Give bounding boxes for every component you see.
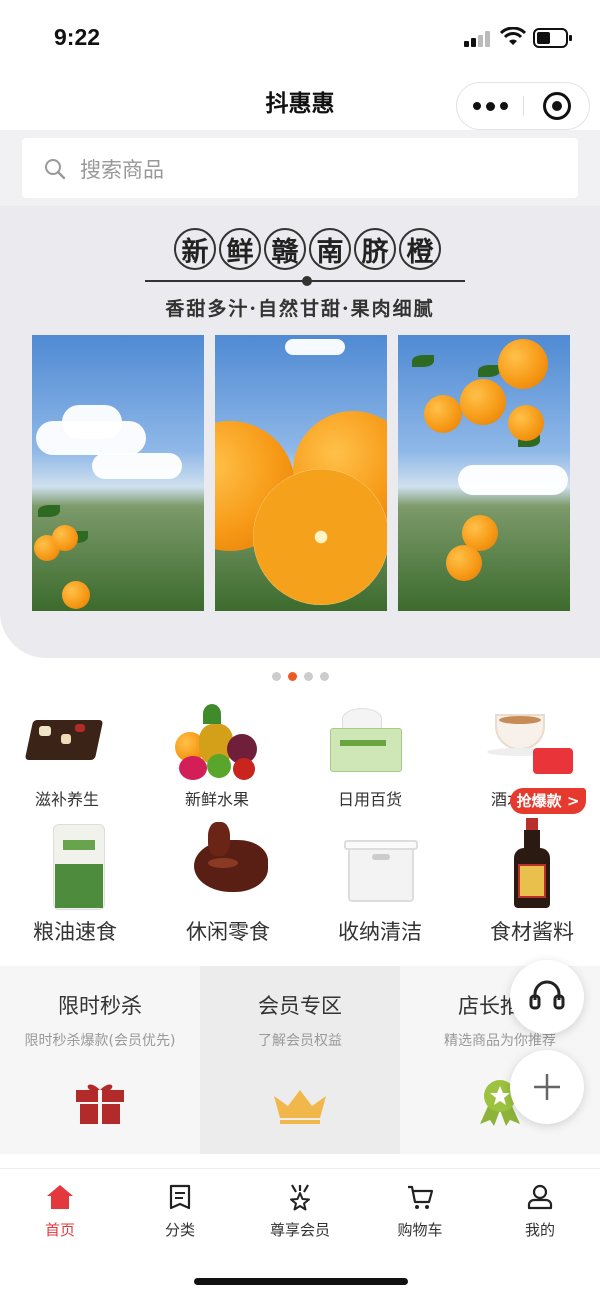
add-button[interactable] <box>510 1050 584 1124</box>
pager-dot[interactable] <box>319 672 329 681</box>
tab-cart[interactable]: 购物车 <box>360 1183 480 1240</box>
category-tonic[interactable]: 滋补养生 <box>0 704 142 810</box>
roast-duck-icon <box>178 818 278 910</box>
category-grain-oil[interactable]: 粮油速食 <box>0 818 150 946</box>
tab-label: 购物车 <box>397 1221 443 1239</box>
user-icon <box>527 1184 553 1210</box>
banner-photo-oranges <box>215 335 387 611</box>
banner-title-char: 脐 <box>354 228 396 270</box>
banner-title-char: 赣 <box>264 228 306 270</box>
headset-icon <box>529 980 565 1010</box>
category-storage-cleaning[interactable]: 收纳清洁 <box>305 818 455 946</box>
hero-banner[interactable]: 新 鲜 赣 南 脐 橙 香甜多汁·自然甘甜·果肉细腻 <box>0 206 600 658</box>
banner-title: 新 鲜 赣 南 脐 橙 <box>174 228 446 278</box>
category-label: 新鲜水果 <box>184 790 249 809</box>
category-label: 滋补养生 <box>34 790 99 809</box>
tab-label: 分类 <box>164 1221 195 1239</box>
coffee-cup-icon <box>473 704 573 782</box>
cart-icon <box>408 1185 434 1209</box>
battery-icon <box>533 28 572 48</box>
pager-dot[interactable] <box>303 672 313 681</box>
search-icon <box>45 159 66 180</box>
category-label: 日用百货 <box>337 790 402 809</box>
pager-dot-active[interactable] <box>287 672 297 681</box>
rice-bag-icon <box>25 818 125 910</box>
status-time: 9:22 <box>54 24 101 50</box>
category-label: 粮油速食 <box>33 920 117 944</box>
promo-flash-sale[interactable]: 限时秒杀 限时秒杀爆款(会员优先) <box>0 966 200 1154</box>
category-daily-goods[interactable]: 日用百货 <box>295 704 445 810</box>
banner-photo-orchard-right <box>398 335 570 611</box>
promo-subtitle: 了解会员权益 <box>258 1033 342 1049</box>
category-label: 收纳清洁 <box>338 920 422 944</box>
tab-label: 首页 <box>44 1221 75 1239</box>
promo-title: 会员专区 <box>258 994 342 1018</box>
banner-pager <box>0 672 600 681</box>
status-bar: 9:22 <box>0 0 600 76</box>
pager-dot[interactable] <box>271 672 281 681</box>
close-target-icon[interactable] <box>543 92 571 120</box>
banner-title-char: 新 <box>174 228 216 270</box>
category-label: 休闲零食 <box>186 920 270 944</box>
tab-vip[interactable]: 尊享会员 <box>240 1183 360 1240</box>
category-label: 食材酱料 <box>490 920 574 944</box>
crown-icon <box>274 1090 326 1124</box>
tab-label: 尊享会员 <box>269 1221 330 1239</box>
tab-label: 我的 <box>524 1221 555 1239</box>
home-icon <box>47 1185 73 1209</box>
vip-star-icon <box>290 1184 310 1211</box>
banner-title-char: 鲜 <box>219 228 261 270</box>
gift-icon <box>76 1084 124 1124</box>
tab-home[interactable]: 首页 <box>0 1183 120 1240</box>
banner-title-char: 橙 <box>399 228 441 270</box>
promo-subtitle: 限时秒杀爆款(会员优先) <box>24 1033 176 1049</box>
signal-icon <box>464 31 490 47</box>
soy-sauce-icon <box>482 818 582 910</box>
storage-box-icon <box>330 818 430 910</box>
banner-subtitle: 香甜多汁·自然甘甜·果肉细腻 <box>165 298 435 320</box>
plus-icon <box>534 1074 560 1100</box>
fruit-basket-icon <box>167 704 267 782</box>
search-placeholder: 搜索商品 <box>80 158 164 182</box>
category-fruit[interactable]: 新鲜水果 <box>142 704 292 810</box>
promo-title: 限时秒杀 <box>58 994 142 1018</box>
wifi-icon <box>500 27 526 45</box>
tissue-box-icon <box>320 704 420 782</box>
snack-icon <box>17 704 117 782</box>
search-section: 搜索商品 <box>0 130 600 206</box>
category-snacks[interactable]: 休闲零食 <box>153 818 303 946</box>
category-ingredients-sauces[interactable]: 食材酱料 <box>457 818 600 946</box>
home-indicator[interactable] <box>194 1278 408 1285</box>
grab-hot-deal-badge[interactable]: 抢爆款 > <box>510 788 586 814</box>
promo-member-zone[interactable]: 会员专区 了解会员权益 <box>200 966 400 1154</box>
banner-photo-orchard-left <box>32 335 204 611</box>
search-input[interactable]: 搜索商品 <box>22 138 578 198</box>
banner-divider-dot <box>302 276 312 286</box>
banner-title-char: 南 <box>309 228 351 270</box>
list-doc-icon <box>169 1184 191 1210</box>
capsule-divider <box>523 96 524 116</box>
nav-bar: 抖惠惠 <box>0 76 600 130</box>
customer-service-button[interactable] <box>510 960 584 1034</box>
more-icon[interactable] <box>457 83 523 129</box>
mini-program-capsule <box>456 82 590 130</box>
tab-mine[interactable]: 我的 <box>480 1183 600 1240</box>
tab-category[interactable]: 分类 <box>120 1183 240 1240</box>
